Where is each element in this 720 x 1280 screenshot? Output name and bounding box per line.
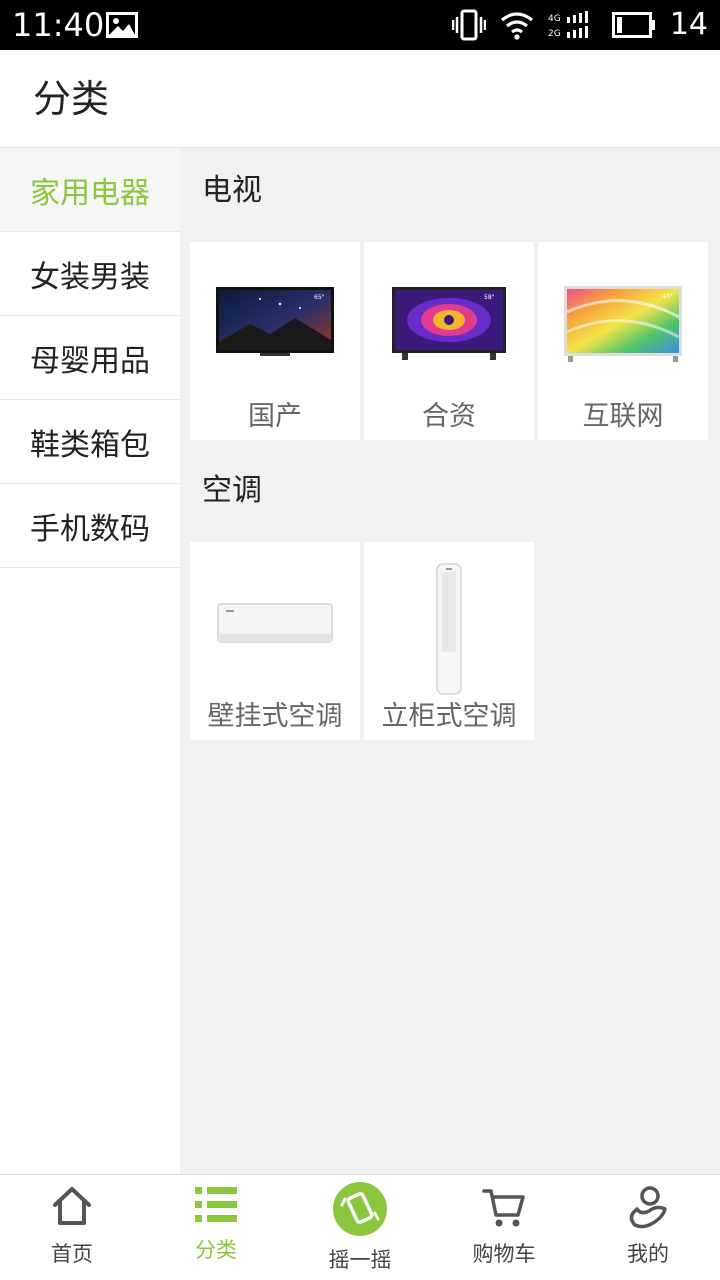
domestic-tv-image: 65" [216, 287, 334, 356]
category-content: 电视 65" 国产 58" 合资 43" 互联网 空调 壁挂式空调 立柜式空调 [180, 148, 720, 1174]
battery-level: 14 [669, 7, 708, 42]
status-icons: 4G 2G 14 [451, 6, 708, 44]
bottom-tab-bar: 首页 分类 摇一摇 购物车 我的 [0, 1174, 720, 1280]
tab-home[interactable]: 首页 [0, 1175, 144, 1280]
section-title-ac: 空调 [202, 473, 262, 508]
sidebar-item-clothing[interactable]: 女装男装 [0, 232, 180, 316]
product-label: 立柜式空调 [381, 701, 517, 732]
status-bar: 11:40 4G 2G 14 [0, 0, 720, 50]
product-card-internet-tv[interactable]: 43" 互联网 [538, 242, 708, 440]
status-time: 11:40 [12, 6, 105, 44]
battery-icon [611, 12, 655, 38]
user-icon [629, 1186, 667, 1229]
internet-tv-image: 43" [564, 286, 682, 362]
wifi-icon [500, 12, 533, 40]
product-label: 互联网 [582, 401, 664, 432]
tab-label-mine: 我的 [627, 1242, 669, 1266]
sidebar-item-appliances[interactable]: 家用电器 [0, 148, 180, 232]
list-icon [195, 1187, 237, 1222]
svg-text:65": 65" [314, 294, 325, 301]
section-title-tv: 电视 [202, 173, 262, 208]
product-label: 壁挂式空调 [207, 701, 343, 732]
vibrate-icon [451, 9, 486, 41]
joint-venture-tv-image: 58" [392, 287, 506, 360]
tab-label-shake: 摇一摇 [328, 1248, 392, 1272]
sidebar-item-shoes-bags[interactable]: 鞋类箱包 [0, 400, 180, 484]
svg-text:58": 58" [484, 294, 495, 301]
tab-shake[interactable]: 摇一摇 [288, 1175, 432, 1280]
tab-category[interactable]: 分类 [144, 1175, 288, 1280]
svg-text:43": 43" [662, 293, 673, 300]
product-card-domestic-tv[interactable]: 65" 国产 [190, 242, 360, 440]
app-header: 分类 [0, 50, 720, 148]
product-label: 合资 [422, 401, 476, 432]
product-card-joint-venture-tv[interactable]: 58" 合资 [364, 242, 534, 440]
tab-mine[interactable]: 我的 [576, 1175, 720, 1280]
image-notification-icon [106, 12, 138, 38]
shake-phone-icon [333, 1182, 387, 1236]
tab-label-category: 分类 [195, 1238, 237, 1262]
standing-ac-image [436, 563, 462, 695]
cart-icon [482, 1189, 525, 1227]
wall-ac-image [217, 603, 333, 643]
product-card-standing-ac[interactable]: 立柜式空调 [364, 542, 534, 740]
sidebar-item-baby[interactable]: 母婴用品 [0, 316, 180, 400]
tab-label-home: 首页 [51, 1242, 93, 1266]
category-sidebar: 家用电器 女装男装 母婴用品 鞋类箱包 手机数码 [0, 148, 180, 1174]
svg-text:4G: 4G [548, 14, 561, 24]
tab-label-cart: 购物车 [472, 1242, 536, 1266]
page-title: 分类 [33, 77, 110, 121]
product-label: 国产 [248, 401, 302, 432]
signal-icon: 4G 2G [548, 11, 588, 39]
product-card-wall-ac[interactable]: 壁挂式空调 [190, 542, 360, 740]
home-icon [53, 1187, 91, 1225]
svg-text:2G: 2G [548, 29, 561, 39]
tab-cart[interactable]: 购物车 [432, 1175, 576, 1280]
sidebar-item-phones-digital[interactable]: 手机数码 [0, 484, 180, 568]
